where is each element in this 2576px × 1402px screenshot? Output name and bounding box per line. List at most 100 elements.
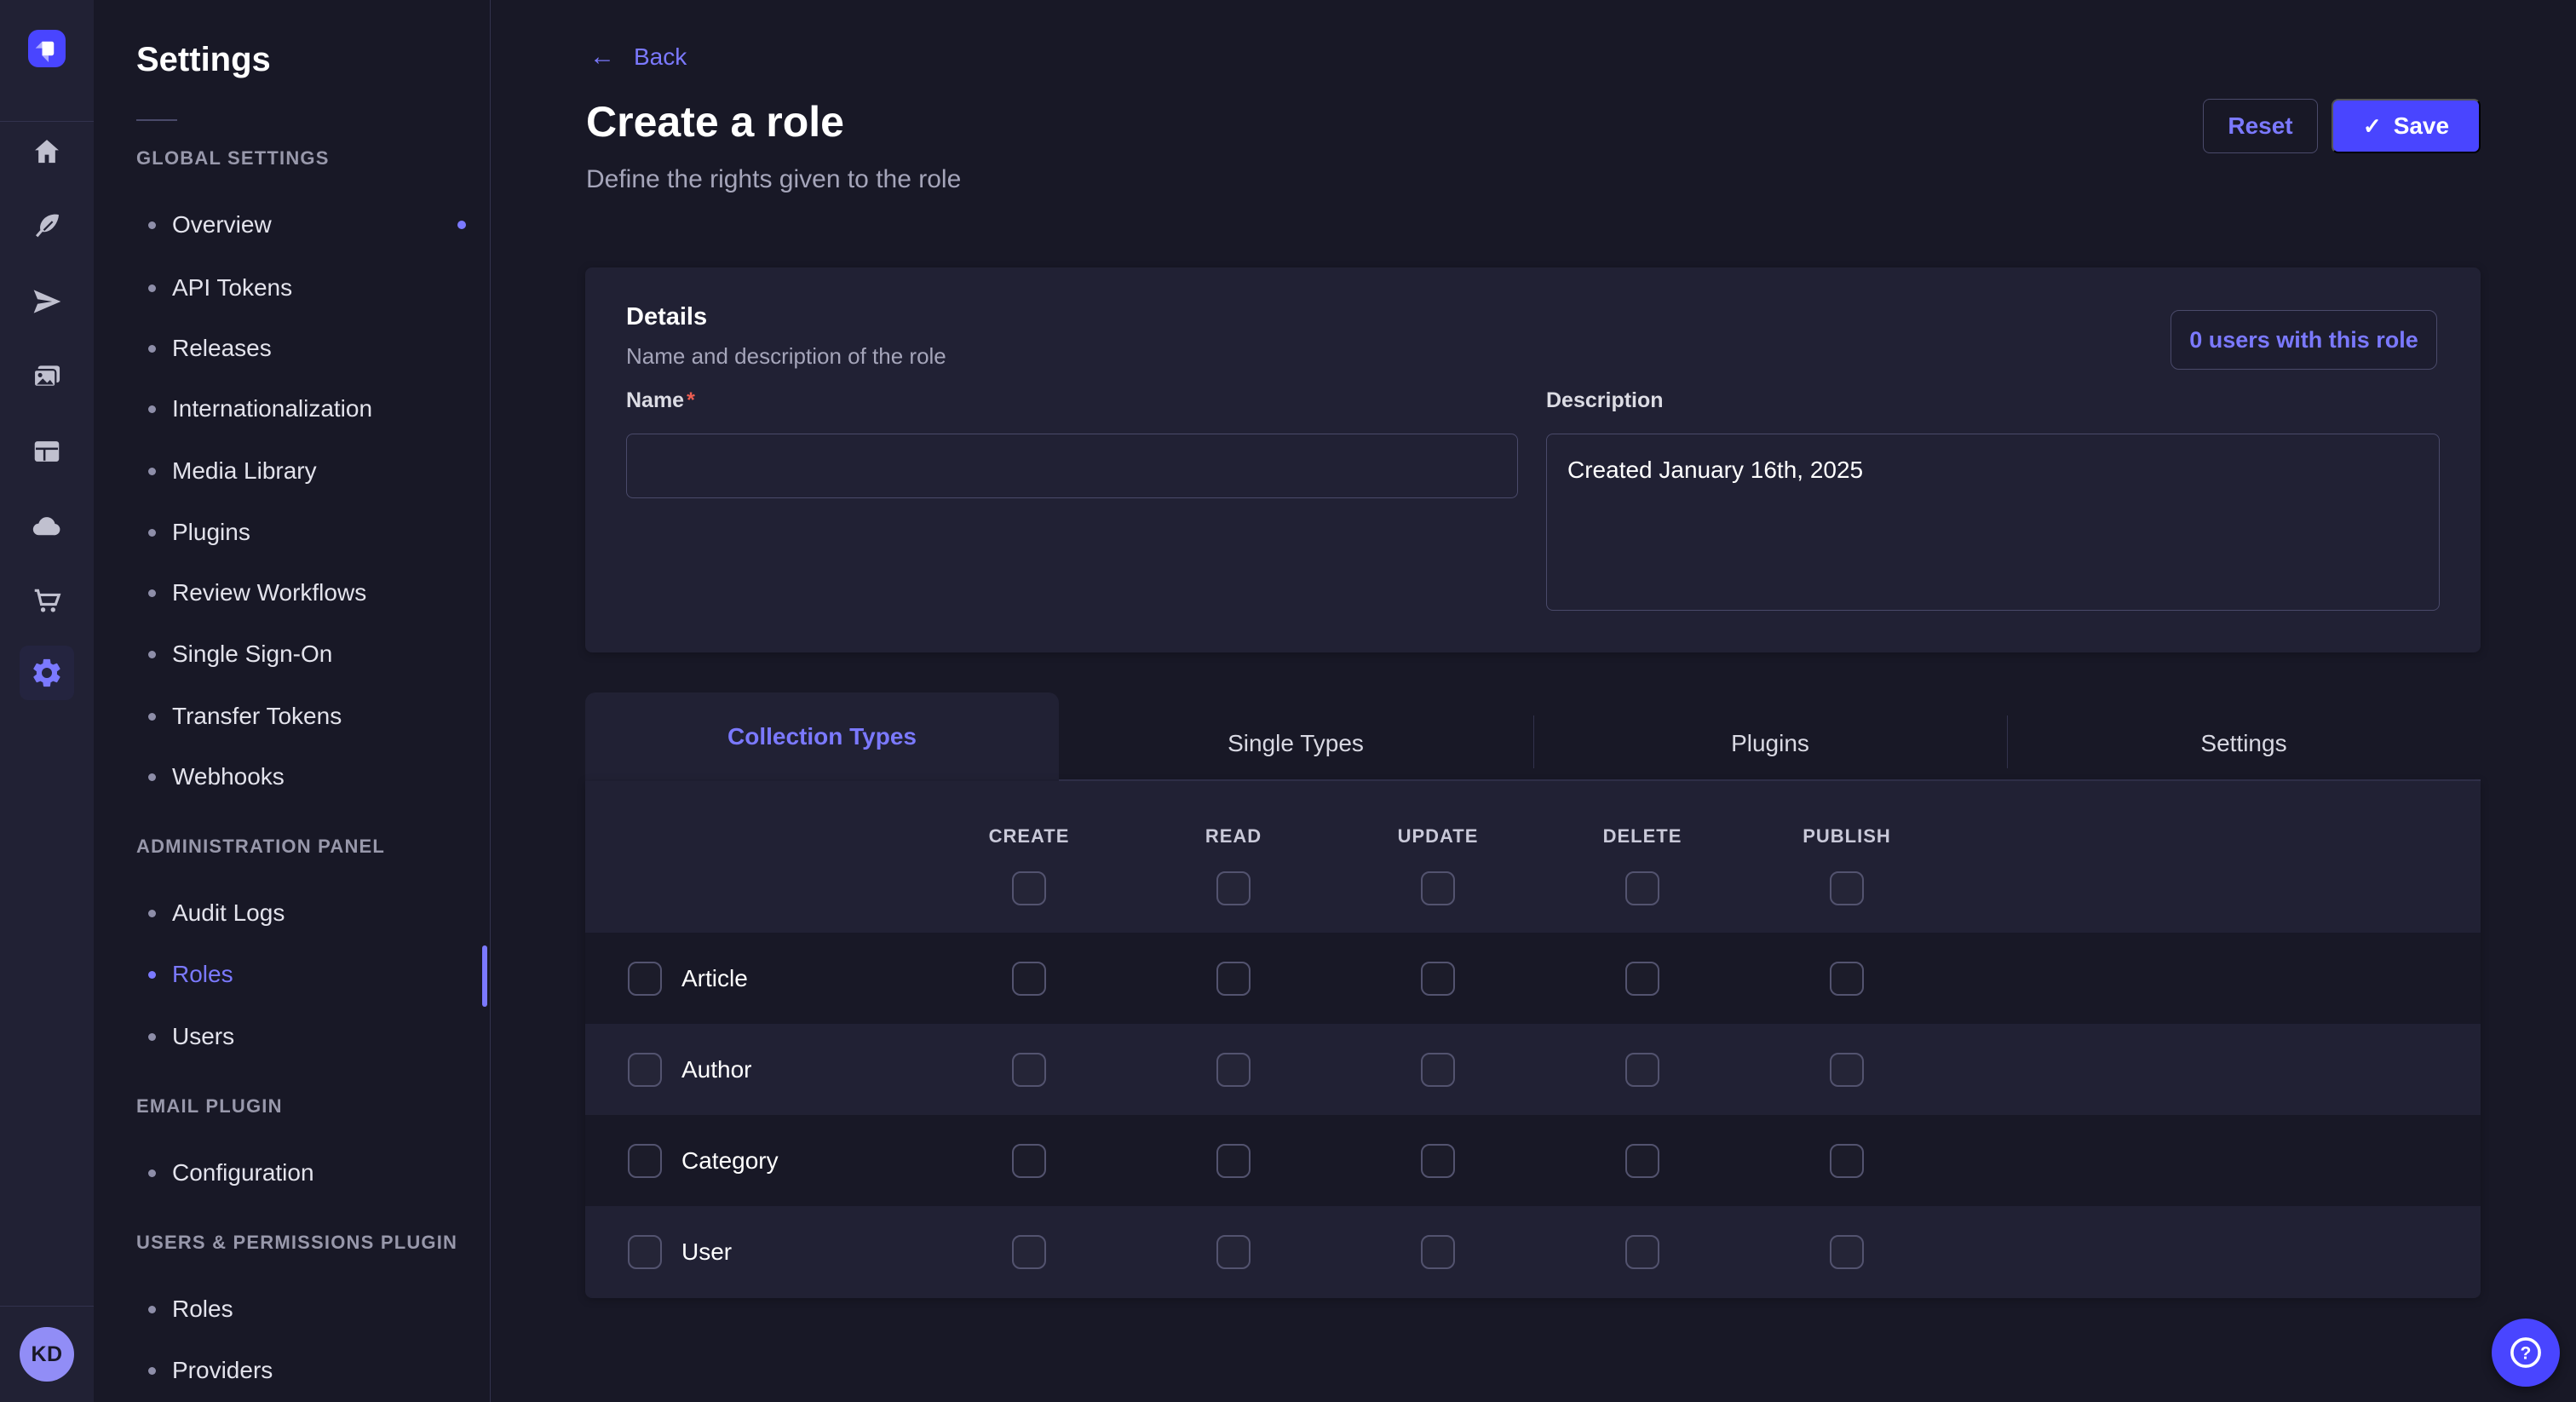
author-update-checkbox[interactable] bbox=[1421, 1053, 1455, 1087]
sidebar-item-review-workflows[interactable]: Review Workflows bbox=[94, 576, 485, 610]
home-icon[interactable] bbox=[30, 135, 64, 169]
sidebar-item-up-roles[interactable]: Roles bbox=[94, 1292, 485, 1326]
details-subtitle: Name and description of the role bbox=[626, 343, 946, 370]
category-select-checkbox[interactable] bbox=[628, 1144, 662, 1178]
section-label-global-settings: GLOBAL SETTINGS bbox=[136, 147, 330, 171]
description-field-label: Description bbox=[1546, 388, 1664, 413]
settings-subnav: Settings GLOBAL SETTINGS Overview API To… bbox=[94, 0, 491, 1402]
layout-builder-icon[interactable] bbox=[30, 434, 64, 468]
role-name-input[interactable] bbox=[626, 434, 1518, 498]
save-button[interactable]: ✓ Save bbox=[2332, 99, 2481, 153]
content-feather-icon[interactable] bbox=[30, 210, 64, 244]
subnav-title: Settings bbox=[136, 41, 271, 79]
author-publish-checkbox[interactable] bbox=[1830, 1053, 1864, 1087]
title-underline bbox=[136, 119, 177, 121]
table-row-author: Author bbox=[585, 1024, 2481, 1115]
select-all-read-checkbox[interactable] bbox=[1216, 871, 1251, 905]
permissions-card: CREATE READ UPDATE DELETE PUBLISH Articl… bbox=[585, 781, 2481, 1298]
article-delete-checkbox[interactable] bbox=[1625, 962, 1659, 996]
sidebar-item-releases[interactable]: Releases bbox=[94, 331, 485, 365]
user-publish-checkbox[interactable] bbox=[1830, 1235, 1864, 1269]
row-label: Author bbox=[681, 1024, 752, 1115]
category-create-checkbox[interactable] bbox=[1012, 1144, 1046, 1178]
column-header-update: UPDATE bbox=[1398, 825, 1479, 848]
sidebar-item-single-sign-on[interactable]: Single Sign-On bbox=[94, 637, 485, 671]
bullet-icon bbox=[148, 1169, 156, 1177]
author-delete-checkbox[interactable] bbox=[1625, 1053, 1659, 1087]
details-title: Details bbox=[626, 303, 707, 331]
select-all-publish-checkbox[interactable] bbox=[1830, 871, 1864, 905]
bullet-icon bbox=[148, 221, 156, 229]
bullet-icon bbox=[148, 529, 156, 537]
sidebar-item-providers[interactable]: Providers bbox=[94, 1353, 485, 1388]
bullet-icon bbox=[148, 284, 156, 292]
sidebar-item-audit-logs[interactable]: Audit Logs bbox=[94, 896, 485, 930]
bullet-icon bbox=[148, 345, 156, 353]
article-read-checkbox[interactable] bbox=[1216, 962, 1251, 996]
bullet-icon bbox=[148, 713, 156, 721]
user-update-checkbox[interactable] bbox=[1421, 1235, 1455, 1269]
sidebar-item-internationalization[interactable]: Internationalization bbox=[94, 392, 485, 426]
sidebar-item-roles-active[interactable]: Roles bbox=[94, 957, 485, 991]
sidebar-item-transfer-tokens[interactable]: Transfer Tokens bbox=[94, 699, 485, 733]
role-description-textarea[interactable]: Created January 16th, 2025 bbox=[1546, 434, 2440, 611]
back-link[interactable]: ←Back bbox=[589, 40, 687, 74]
author-create-checkbox[interactable] bbox=[1012, 1053, 1046, 1087]
reset-button[interactable]: Reset bbox=[2203, 99, 2318, 153]
category-update-checkbox[interactable] bbox=[1421, 1144, 1455, 1178]
sidebar-item-overview[interactable]: Overview bbox=[94, 208, 485, 242]
select-all-delete-checkbox[interactable] bbox=[1625, 871, 1659, 905]
section-label-email-plugin: EMAIL PLUGIN bbox=[136, 1095, 283, 1119]
category-delete-checkbox[interactable] bbox=[1625, 1144, 1659, 1178]
article-create-checkbox[interactable] bbox=[1012, 962, 1046, 996]
required-asterisk: * bbox=[687, 388, 695, 412]
tab-divider bbox=[1533, 715, 1534, 768]
article-select-checkbox[interactable] bbox=[628, 962, 662, 996]
user-read-checkbox[interactable] bbox=[1216, 1235, 1251, 1269]
name-field-label: Name* bbox=[626, 388, 695, 413]
strapi-logo[interactable] bbox=[28, 30, 66, 67]
user-select-checkbox[interactable] bbox=[628, 1235, 662, 1269]
article-publish-checkbox[interactable] bbox=[1830, 962, 1864, 996]
marketplace-cart-icon[interactable] bbox=[30, 584, 64, 618]
tab-plugins[interactable]: Plugins bbox=[1533, 707, 2007, 779]
select-all-update-checkbox[interactable] bbox=[1421, 871, 1455, 905]
author-read-checkbox[interactable] bbox=[1216, 1053, 1251, 1087]
subnav-scrollbar-thumb[interactable] bbox=[482, 945, 487, 1007]
column-header-delete: DELETE bbox=[1603, 825, 1682, 848]
users-with-role-button[interactable]: 0 users with this role bbox=[2171, 310, 2437, 370]
category-read-checkbox[interactable] bbox=[1216, 1144, 1251, 1178]
back-arrow-icon: ← bbox=[589, 43, 615, 71]
author-select-checkbox[interactable] bbox=[628, 1053, 662, 1087]
category-publish-checkbox[interactable] bbox=[1830, 1144, 1864, 1178]
select-all-create-checkbox[interactable] bbox=[1012, 871, 1046, 905]
user-delete-checkbox[interactable] bbox=[1625, 1235, 1659, 1269]
bullet-icon bbox=[148, 1306, 156, 1313]
user-avatar[interactable]: KD bbox=[20, 1327, 74, 1382]
column-header-create: CREATE bbox=[989, 825, 1070, 848]
details-card: Details Name and description of the role… bbox=[585, 267, 2481, 652]
sidebar-item-users[interactable]: Users bbox=[94, 1020, 485, 1054]
bullet-icon bbox=[148, 405, 156, 413]
tab-single-types[interactable]: Single Types bbox=[1059, 707, 1532, 779]
user-create-checkbox[interactable] bbox=[1012, 1235, 1046, 1269]
tab-settings[interactable]: Settings bbox=[2007, 707, 2481, 779]
bullet-icon bbox=[148, 1367, 156, 1375]
send-plane-icon[interactable] bbox=[30, 284, 64, 319]
sidebar-item-api-tokens[interactable]: API Tokens bbox=[94, 271, 485, 305]
bullet-icon bbox=[148, 773, 156, 781]
help-button[interactable]: ? bbox=[2492, 1319, 2560, 1387]
sidebar-item-plugins[interactable]: Plugins bbox=[94, 515, 485, 549]
sidebar-item-webhooks[interactable]: Webhooks bbox=[94, 760, 485, 794]
tab-collection-types[interactable]: Collection Types bbox=[585, 692, 1059, 781]
media-library-icon[interactable] bbox=[30, 359, 64, 394]
article-update-checkbox[interactable] bbox=[1421, 962, 1455, 996]
settings-gear-icon-active[interactable] bbox=[20, 646, 74, 700]
bullet-icon bbox=[148, 910, 156, 917]
sidebar-item-configuration[interactable]: Configuration bbox=[94, 1156, 485, 1190]
row-label: User bbox=[681, 1206, 732, 1297]
cloud-icon[interactable] bbox=[30, 509, 64, 543]
column-header-publish: PUBLISH bbox=[1803, 825, 1891, 848]
bullet-icon bbox=[148, 971, 156, 979]
sidebar-item-media-library[interactable]: Media Library bbox=[94, 454, 485, 488]
